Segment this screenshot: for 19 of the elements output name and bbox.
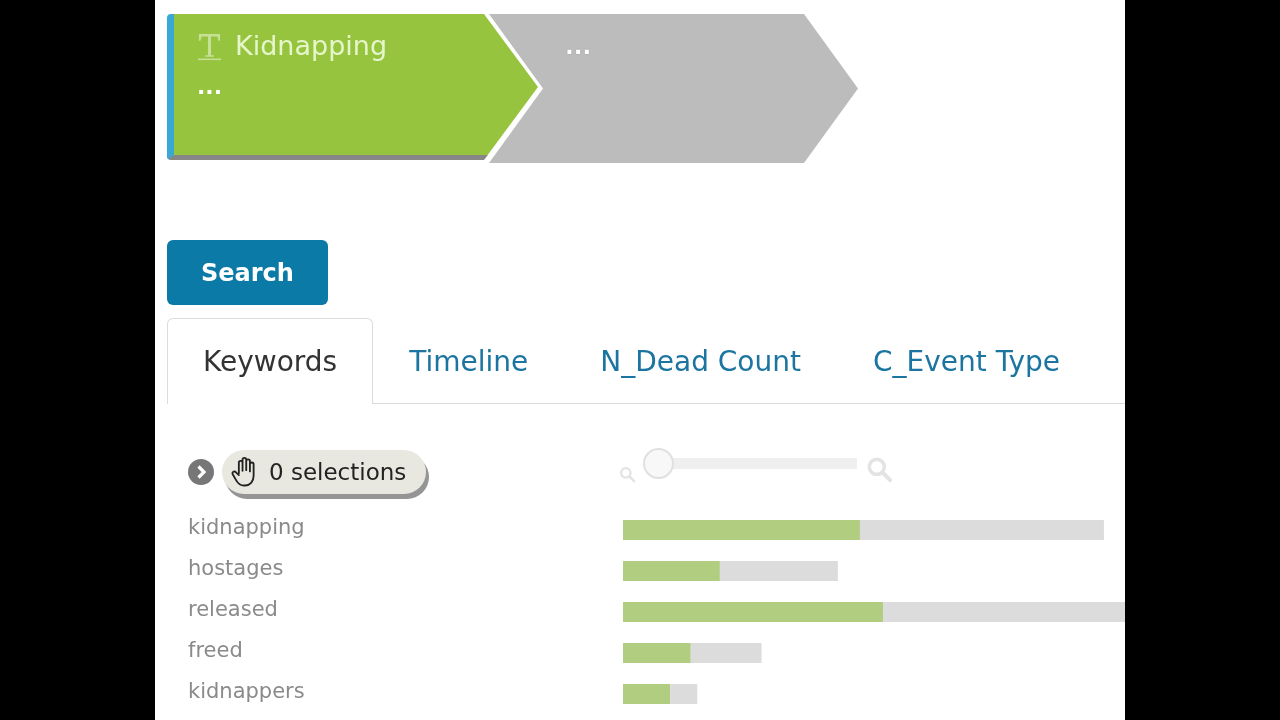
step-title: Kidnapping	[235, 30, 388, 62]
keyword-label[interactable]: released	[188, 596, 278, 621]
tab[interactable]: C_Event Type	[836, 318, 1096, 404]
chevron-circle-icon[interactable]	[188, 459, 214, 485]
keyword-label[interactable]: hostages	[188, 555, 284, 580]
keyword-label[interactable]: freed	[188, 637, 243, 662]
keyword-label[interactable]: kidnapping	[188, 514, 305, 539]
breadcrumb-step[interactable]: ...	[489, 14, 858, 163]
large-magnifier-icon[interactable]	[866, 455, 893, 483]
step-title: ...	[565, 32, 592, 61]
small-magnifier-icon[interactable]	[619, 465, 636, 483]
text-type-icon	[197, 31, 222, 61]
step-subtitle: ...	[197, 74, 223, 100]
tab[interactable]: Keywords	[167, 318, 374, 404]
search-button[interactable]: Search	[167, 240, 328, 305]
tab[interactable]: Timeline	[373, 318, 565, 404]
tab[interactable]: N_Dead Count	[564, 318, 837, 404]
breadcrumb-step[interactable]: Kidnapping ...	[167, 14, 538, 160]
keyword-label[interactable]: kidnappers	[188, 678, 305, 703]
